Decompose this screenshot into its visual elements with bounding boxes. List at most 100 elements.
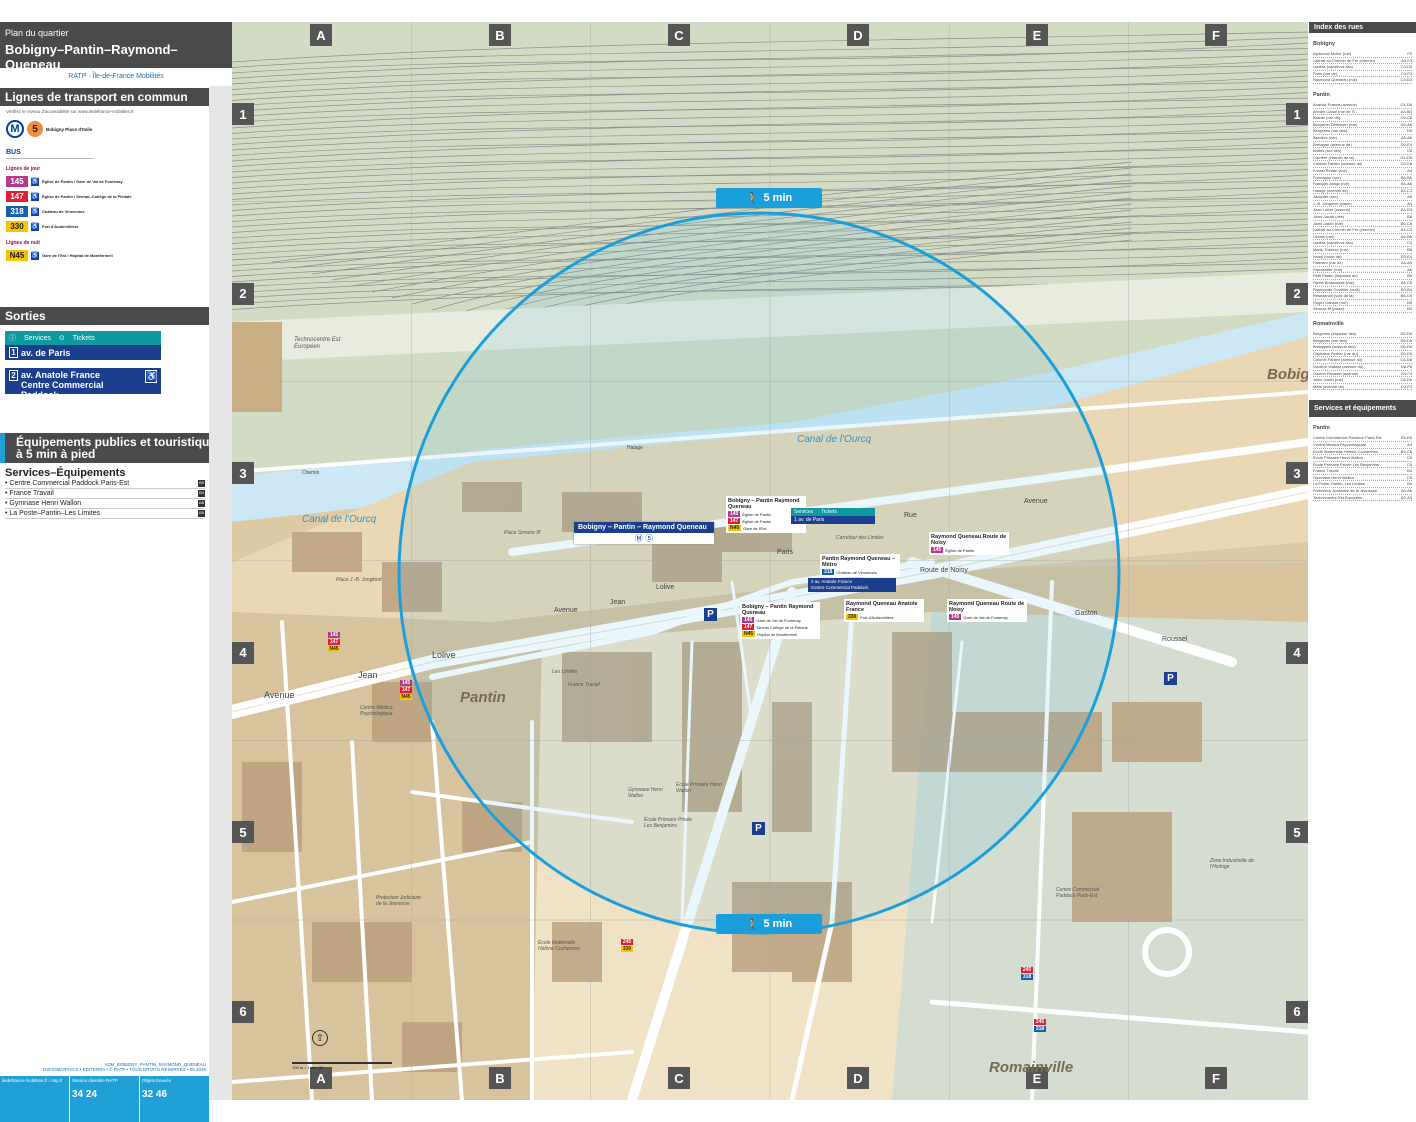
index-entry[interactable]: Paris (rue de) C4-F3 xyxy=(1313,71,1412,78)
bus-stop-line: N45 Hôpital de Montfermeil xyxy=(742,631,818,637)
grid-row-label: 3 xyxy=(1286,462,1308,484)
grid-ref: D6-E6 xyxy=(1400,350,1412,356)
place-label: Pantin xyxy=(460,689,506,706)
index-entry[interactable]: Benjamin Delessert (rue) A5-A6 xyxy=(1313,122,1412,129)
bus-destination: Église de Pantin xyxy=(742,511,772,517)
index-entry[interactable]: Ernest Renan (rue) A4 xyxy=(1313,168,1412,175)
index-entry[interactable]: La Poste–Pantin–Les Limites B4 xyxy=(1313,481,1412,489)
index-entry[interactable]: J.-B. Jongkind (place) A4 xyxy=(1313,201,1412,208)
index-entry[interactable]: Mets (avenue de) E3-F3 xyxy=(1313,384,1412,391)
index-entry[interactable]: Limites (carrefour des) C3-D3 xyxy=(1313,64,1412,71)
index-group-romainville: Romainville xyxy=(1313,320,1344,327)
index-entry[interactable]: Pierre Brossolette (rue) A4-C5 xyxy=(1313,280,1412,287)
accessible-icon: ♿ xyxy=(31,251,39,260)
index-entry[interactable]: Berelles (rue) A5-A6 xyxy=(1313,135,1412,142)
website-cell: iledefrance-mobilites.fr / ratp.fr xyxy=(0,1076,70,1122)
exit-2-sign: 2 av. Anatole France Centre Commercial Pa… xyxy=(808,578,896,592)
street-name: Jules Jaslin (rue) xyxy=(1313,377,1344,383)
index-entry[interactable]: Jules Jaslin (rue) B6-C6 xyxy=(1313,221,1412,228)
index-entry[interactable]: Palestro (rue de) A4-A5 xyxy=(1313,260,1412,267)
grid-column-label: A xyxy=(310,24,332,46)
index-entry[interactable]: Centre Médico Psychologique A4 xyxy=(1313,442,1412,449)
index-entry[interactable]: Formagne (rue) B4-B6 xyxy=(1313,175,1412,182)
place-label: Carrefour des Limites xyxy=(836,535,884,541)
index-entry[interactable]: Jules Jaslin (rue) C6-D6 xyxy=(1313,377,1412,384)
index-entry[interactable]: Raymond Queneau (rue) C3-D3 xyxy=(1313,77,1412,84)
bus-destination: Château de Vincennes xyxy=(42,209,85,214)
grid-ref: A5-A6 xyxy=(1400,488,1412,494)
index-entry[interactable]: Docteur Vaillant (avenue du) D6-F6 xyxy=(1313,364,1412,371)
index-entry[interactable]: École Primaire Henri Wallon C5 xyxy=(1313,455,1412,462)
index-entry[interactable]: Jules Jacob (cité) B6 xyxy=(1313,214,1412,221)
index-entry[interactable]: Parmentier (rue) A6 xyxy=(1313,267,1412,274)
index-entry[interactable]: Gaston Roussel (avenue) E4-F4 xyxy=(1313,371,1412,378)
index-entry[interactable]: Carrière (chemin de la) D4-D5 xyxy=(1313,155,1412,162)
building xyxy=(1072,812,1172,922)
index-entry[interactable]: Ancien Canal (rue de l') A4-B4 xyxy=(1313,109,1412,116)
equipment-item[interactable]: • Gymnase Henri Wallon B5 xyxy=(5,499,205,509)
grid-ref: D5-E4 xyxy=(1400,141,1412,147)
index-entry[interactable]: Noisy (route de) D3-E4 xyxy=(1313,254,1412,261)
index-entry[interactable]: Bergeries (impasse des) D5-D6 xyxy=(1313,331,1412,338)
index-entry[interactable]: Petit Pantin (impasse du) B5 xyxy=(1313,273,1412,280)
bus-line-number: 245 xyxy=(1034,1019,1046,1025)
bus-line-number: 145 xyxy=(400,680,412,686)
index-entry[interactable]: Technocentre Est Européen A2-A3 xyxy=(1313,495,1412,502)
index-entry[interactable]: Simone Iff (place) B3 xyxy=(1313,306,1412,313)
index-entry[interactable]: Jean Lolive (avenue) A4-E3 xyxy=(1313,207,1412,215)
index-entry[interactable]: Centre Commercial Paddock Paris-Est E5-E6 xyxy=(1313,435,1412,442)
street-name: Ernest Renan (rue) xyxy=(1313,167,1348,173)
index-entry[interactable]: Alphonse Muller (rue) F3 xyxy=(1313,51,1412,58)
street-name: Simone Iff (place) xyxy=(1313,306,1345,312)
index-entry[interactable]: Lépine (rue) A4-B6 xyxy=(1313,234,1412,241)
index-entry[interactable]: Protection Judiciaire de la Jeunesse A5-A… xyxy=(1313,488,1412,495)
index-entry[interactable]: Capitaine Ferber (rue du) D6-E6 xyxy=(1313,351,1412,358)
index-entry[interactable]: Limites (carrefour des) C3 xyxy=(1313,240,1412,248)
index-entry[interactable]: École Maternelle Hélène Cochennec B5-C6 xyxy=(1313,449,1412,456)
grid-ref: C5 xyxy=(1406,461,1412,467)
index-entry[interactable]: Raymonde Couthier (mail) B3-B4 xyxy=(1313,287,1412,294)
index-entry[interactable]: Jacquart (rue) A6 xyxy=(1313,194,1412,201)
index-entry[interactable]: Anatole France (avenue) C4-D6 xyxy=(1313,102,1412,109)
bus-destination: Sevran Collège de la Pléiade xyxy=(756,624,808,630)
equipment-item[interactable]: • Centre Commercial Paddock Paris-Est B5 xyxy=(5,479,205,489)
index-entry[interactable]: Colonel Fabien (avenue du) C5-C6 xyxy=(1313,161,1412,168)
bus-stop-name: Bobigny – Pantin Raymond Queneau xyxy=(742,604,814,616)
place-label: Avenue xyxy=(264,690,295,700)
index-entry[interactable]: Latéral au Chemin de Fer (chemin) A3-C3 xyxy=(1313,227,1412,234)
index-entry[interactable]: Latéral au Chemin de Fer (chemin) A3-F3 xyxy=(1313,58,1412,65)
index-entry[interactable]: École Primaire Privée Les Benjamins C5 xyxy=(1313,462,1412,469)
bus-stop-line: 318 Château de Vincennes xyxy=(822,569,898,575)
index-entry[interactable]: Colonel Fabien (avenue du) C6-D6 xyxy=(1313,357,1412,364)
index-entry[interactable]: Bretagnes (avenue des) D5-D6 xyxy=(1313,344,1412,351)
customer-service-cell: Service clientèle RATP 34 24 xyxy=(70,1076,140,1122)
index-entry[interactable]: François Arago (rue) A5-A6 xyxy=(1313,181,1412,188)
place-label: Paris xyxy=(777,549,793,556)
index-title: Index des rues xyxy=(1309,22,1416,33)
index-entry[interactable]: Roger Gabaut (rue) B5 xyxy=(1313,300,1412,307)
index-entry[interactable]: Buttes (rue des) C6 xyxy=(1313,148,1412,155)
index-entry[interactable]: France Travail B4 xyxy=(1313,468,1412,475)
index-entry[interactable]: Bergeries (rue des) D5 xyxy=(1313,128,1412,135)
bus-stop-line: 330 Fort d'Aubervilliers xyxy=(846,614,922,620)
index-entry[interactable]: Bergeries (rue des) D5-D6 xyxy=(1313,338,1412,345)
bus-line-number: 145 xyxy=(931,547,944,553)
map-area[interactable]: A A B B C C D D E E F F 1 1 2 2 3 3 4 4 5 5 6 6 🚶 5 min 🚶 5 min Bobi… xyxy=(232,22,1308,1100)
equipment-item[interactable]: • La Poste–Pantin–Les Limites B5 xyxy=(5,509,205,519)
exit-label: av. Anatole France xyxy=(21,370,101,380)
index-entry[interactable]: Gymnase Henri Wallon C5 xyxy=(1313,475,1412,482)
footer: ADM_BOBIGNY_PANTIN_RAYMOND_QUENEAU DSF/D… xyxy=(0,1062,209,1122)
exit-number: 1 xyxy=(9,347,18,358)
bus-line-row: N45 ♿ Gare de l'Est / Hôpital de Montferme… xyxy=(6,249,203,262)
equipment-item[interactable]: • France Travail B4 xyxy=(5,489,205,499)
index-entry[interactable]: Marie Thérèse (rue) B6 xyxy=(1313,247,1412,254)
index-entry[interactable]: Halage (chemin de) A3-C3 xyxy=(1313,188,1412,195)
index-entry[interactable]: Bretagne (avenue de) D5-E4 xyxy=(1313,142,1412,149)
equipment-section-title: Équipements publics et touristiques à 5 … xyxy=(0,433,232,463)
index-entry[interactable]: Résistance (voie de la) B6-C6 xyxy=(1313,293,1412,300)
walker-icon: 🚶 xyxy=(745,192,760,205)
grid-column-label: E xyxy=(1026,24,1048,46)
index-entry[interactable]: Balzac (rue de) C5-C6 xyxy=(1313,115,1412,122)
place-label: Place J.-B. Jongkind xyxy=(336,577,382,583)
walk-time: 5 min xyxy=(763,918,793,930)
